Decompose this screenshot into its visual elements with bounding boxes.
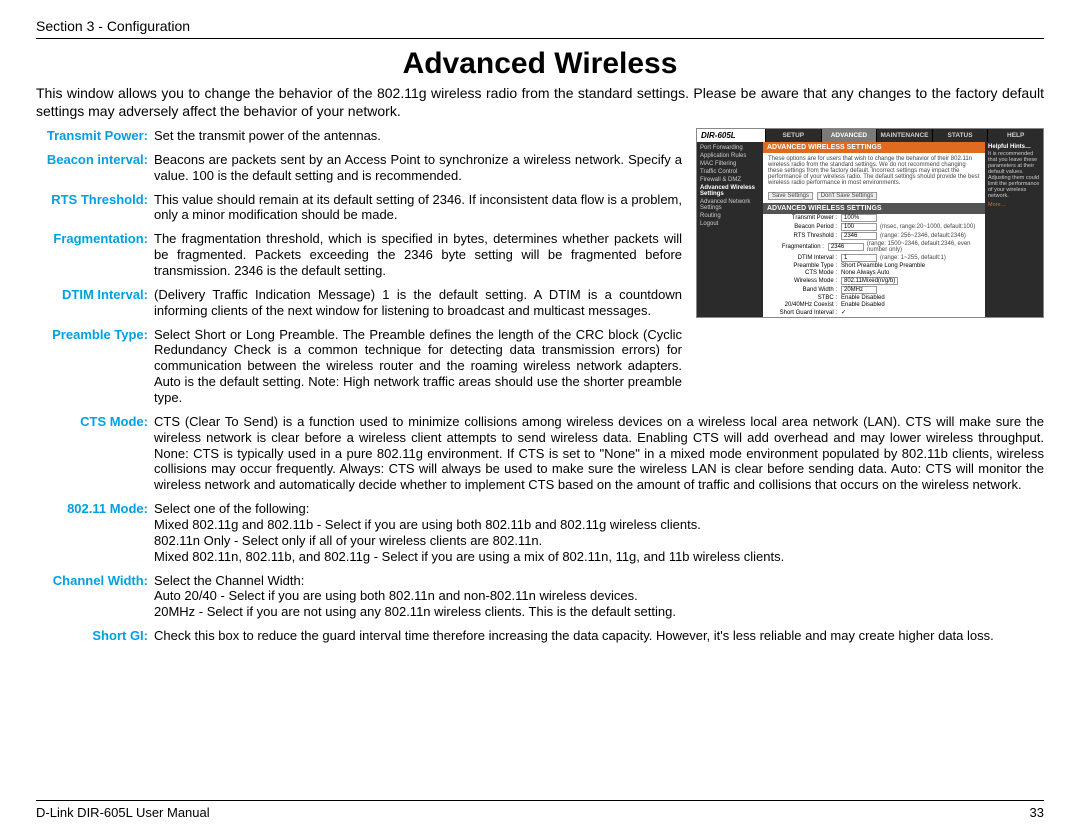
ss-row-label: Transmit Power : bbox=[767, 215, 841, 221]
ss-side-item: Port Forwarding bbox=[700, 144, 760, 152]
ss-row-val: 802.11Mixed(n/g/b) bbox=[841, 277, 898, 285]
footer-manual: D-Link DIR-605L User Manual bbox=[36, 805, 210, 820]
ss-tab-setup: SETUP bbox=[765, 129, 821, 142]
ss-desc: These options are for users that wish to… bbox=[763, 153, 985, 189]
ss-row-label: Fragmentation : bbox=[767, 244, 828, 250]
label-beacon-interval: Beacon interval: bbox=[36, 152, 148, 184]
ss-row-label: Band Width : bbox=[767, 287, 841, 293]
ss-side-item: Traffic Control bbox=[700, 168, 760, 176]
ss-side-item: Firewall & DMZ bbox=[700, 176, 760, 184]
val-beacon-interval: Beacons are packets sent by an Access Po… bbox=[154, 152, 682, 184]
ss-side-item: Logout bbox=[700, 220, 760, 228]
val-dtim-interval: (Delivery Traffic Indication Message) 1 … bbox=[154, 287, 682, 319]
ss-row-val: Short Preamble Long Preamble bbox=[841, 263, 925, 269]
footer-page: 33 bbox=[1030, 805, 1044, 820]
ss-side-item: MAC Filtering bbox=[700, 160, 760, 168]
ss-row-label: 20/40MHz Coexist : bbox=[767, 302, 841, 308]
ss-side-item: Advanced Network Settings bbox=[700, 198, 760, 212]
ss-tab-status: STATUS bbox=[932, 129, 988, 142]
ss-logo: DIR-605L bbox=[697, 129, 765, 142]
ss-hints-more: More… bbox=[988, 202, 1040, 208]
ss-row-label: Short Guard Interval : bbox=[767, 310, 841, 316]
divider-bottom bbox=[36, 800, 1044, 801]
ss-row-label: RTS Threshold : bbox=[767, 233, 841, 239]
ss-row-label: STBC : bbox=[767, 295, 841, 301]
ss-row-label: Wireless Mode : bbox=[767, 278, 841, 284]
ss-hints: Helpful Hints… It is recommended that yo… bbox=[985, 142, 1043, 317]
ss-save-button: Save Settings bbox=[768, 192, 813, 200]
val-rts-threshold: This value should remain at its default … bbox=[154, 192, 682, 224]
label-fragmentation: Fragmentation: bbox=[36, 231, 148, 279]
ss-row-hint: (range: 1~255, default:1) bbox=[880, 255, 946, 261]
ss-main: ADVANCED WIRELESS SETTINGS These options… bbox=[763, 142, 985, 317]
ss-row-val: None Always Auto bbox=[841, 270, 889, 276]
ss-row-label: CTS Mode : bbox=[767, 270, 841, 276]
label-cts-mode: CTS Mode: bbox=[36, 414, 148, 493]
ss-tab-help: HELP bbox=[987, 129, 1043, 142]
ss-dont-save-button: Don't Save Settings bbox=[817, 192, 878, 200]
ss-row-val: 1 bbox=[841, 254, 877, 262]
definitions-upper: Transmit Power: Set the transmit power o… bbox=[36, 128, 682, 406]
ss-row-hint: (range: 1500~2346, default:2346, even nu… bbox=[867, 241, 981, 253]
label-transmit-power: Transmit Power: bbox=[36, 128, 148, 144]
label-80211-mode: 802.11 Mode: bbox=[36, 501, 148, 564]
label-short-gi: Short GI: bbox=[36, 628, 148, 644]
ss-title1: ADVANCED WIRELESS SETTINGS bbox=[763, 142, 985, 153]
page-title: Advanced Wireless bbox=[36, 47, 1044, 81]
ss-row-val: 100 bbox=[841, 223, 877, 231]
ss-row-val: Enable Disabled bbox=[841, 295, 885, 301]
section-header: Section 3 - Configuration bbox=[36, 18, 1044, 34]
ss-side-item: Application Rules bbox=[700, 152, 760, 160]
val-channel-width: Select the Channel Width: Auto 20/40 - S… bbox=[154, 573, 1044, 621]
ss-row-hint: (msec, range:20~1000, default:100) bbox=[880, 224, 975, 230]
ss-row-val: ✓ bbox=[841, 309, 846, 316]
ss-tab-advanced: ADVANCED bbox=[821, 129, 877, 142]
ss-title2: ADVANCED WIRELESS SETTINGS bbox=[763, 203, 985, 214]
ss-row-label: DTIM Interval : bbox=[767, 255, 841, 261]
val-transmit-power: Set the transmit power of the antennas. bbox=[154, 128, 682, 144]
val-cts-mode: CTS (Clear To Send) is a function used t… bbox=[154, 414, 1044, 493]
label-rts-threshold: RTS Threshold: bbox=[36, 192, 148, 224]
val-preamble-type: Select Short or Long Preamble. The Pream… bbox=[154, 327, 682, 406]
divider-top bbox=[36, 38, 1044, 39]
ss-row-val: 2346 bbox=[841, 232, 877, 240]
ss-row-label: Beacon Period : bbox=[767, 224, 841, 230]
ss-row-val: 2346 bbox=[828, 243, 864, 251]
ss-hints-title: Helpful Hints… bbox=[988, 144, 1040, 150]
val-fragmentation: The fragmentation threshold, which is sp… bbox=[154, 231, 682, 279]
val-short-gi: Check this box to reduce the guard inter… bbox=[154, 628, 1044, 644]
definitions-lower: CTS Mode: CTS (Clear To Send) is a funct… bbox=[36, 414, 1044, 644]
label-dtim-interval: DTIM Interval: bbox=[36, 287, 148, 319]
ss-tab-maintenance: MAINTENANCE bbox=[876, 129, 932, 142]
ss-row-val: 20MHz bbox=[841, 286, 877, 294]
ss-row-label: Preamble Type : bbox=[767, 263, 841, 269]
ss-row-hint: (range: 256~2346, default:2346) bbox=[880, 233, 966, 239]
ss-side-item: Routing bbox=[700, 212, 760, 220]
ss-row-val: Enable Disabled bbox=[841, 302, 885, 308]
router-screenshot: DIR-605L SETUP ADVANCED MAINTENANCE STAT… bbox=[696, 128, 1044, 318]
label-channel-width: Channel Width: bbox=[36, 573, 148, 621]
ss-sidebar: Port Forwarding Application Rules MAC Fi… bbox=[697, 142, 763, 317]
ss-hints-body: It is recommended that you leave these p… bbox=[988, 151, 1040, 199]
footer: D-Link DIR-605L User Manual 33 bbox=[36, 800, 1044, 820]
ss-row-val: 100% bbox=[841, 214, 877, 222]
intro-text: This window allows you to change the beh… bbox=[36, 85, 1044, 120]
ss-side-item-selected: Advanced Wireless Settings bbox=[700, 184, 760, 198]
label-preamble-type: Preamble Type: bbox=[36, 327, 148, 406]
val-80211-mode: Select one of the following: Mixed 802.1… bbox=[154, 501, 1044, 564]
